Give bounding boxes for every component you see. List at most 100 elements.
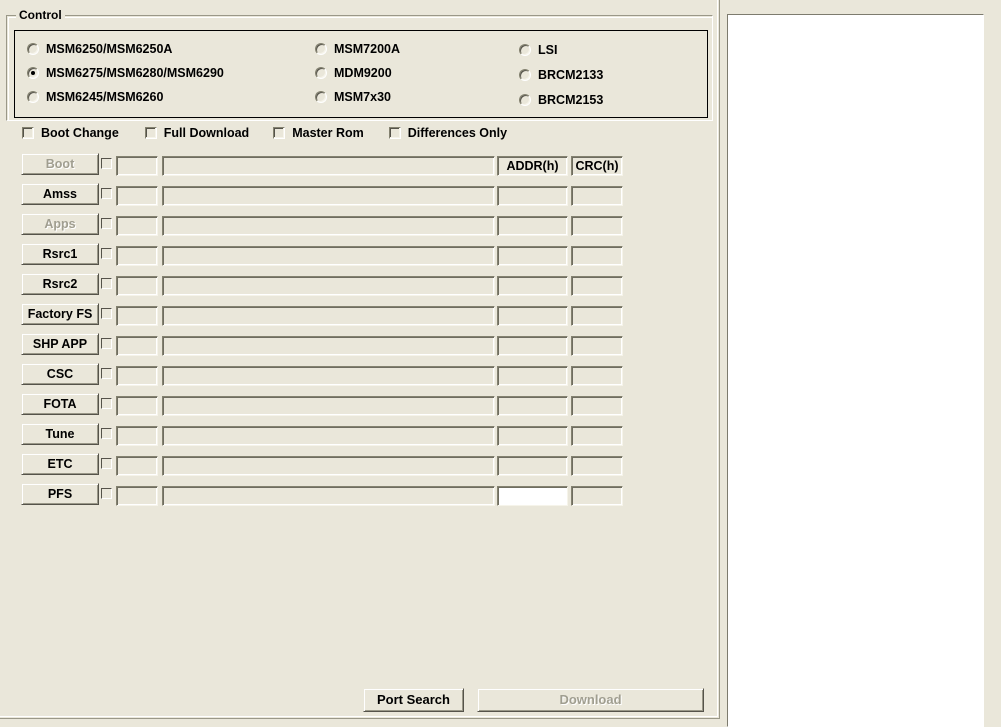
chipset-radio-box: MSM6250/MSM6250A MSM6275/MSM6280/MSM6290… [14,30,708,118]
row-path-field[interactable] [162,276,495,296]
row-addr-field[interactable] [497,396,568,416]
checkbox-master-rom[interactable]: Master Rom [273,126,364,140]
row-file-button-shp-app[interactable]: SHP APP [21,333,99,355]
checkbox-label: Differences Only [407,126,508,140]
radio-msm6245[interactable]: MSM6245/MSM6260 [27,90,163,104]
row-size-field[interactable] [116,456,158,476]
row-addr-field[interactable] [497,486,568,506]
addr-column-header: ADDR(h) [497,156,568,176]
radio-msm6275[interactable]: MSM6275/MSM6280/MSM6290 [27,66,224,80]
row-file-button-etc[interactable]: ETC [21,453,99,475]
row-file-button-tune[interactable]: Tune [21,423,99,445]
row-size-field[interactable] [116,186,158,206]
row-crc-field[interactable] [571,366,623,386]
row-path-field[interactable] [162,156,495,176]
row-path-field[interactable] [162,456,495,476]
row-path-field[interactable] [162,366,495,386]
options-row: Boot Change Full Download Master Rom Dif… [22,126,507,140]
radio-circle-icon [315,67,327,79]
radio-msm7x30[interactable]: MSM7x30 [315,90,391,104]
row-checkbox-icon[interactable] [101,458,112,469]
radio-label: LSI [538,43,558,57]
row-size-field[interactable] [116,486,158,506]
radio-label: MSM6245/MSM6260 [46,90,164,104]
row-crc-field[interactable] [571,306,623,326]
row-crc-field[interactable] [571,276,623,296]
row-file-button-rsrc1[interactable]: Rsrc1 [21,243,99,265]
port-search-button[interactable]: Port Search [363,688,464,712]
row-addr-field[interactable] [497,306,568,326]
left-panel: Control MSM6250/MSM6250A MSM6275/MSM6280… [0,0,720,719]
row-addr-field[interactable] [497,366,568,386]
row-path-field[interactable] [162,216,495,236]
row-size-field[interactable] [116,366,158,386]
row-file-button-csc[interactable]: CSC [21,363,99,385]
row-addr-field[interactable] [497,216,568,236]
row-path-field[interactable] [162,426,495,446]
crc-column-header: CRC(h) [571,156,623,176]
row-crc-field[interactable] [571,426,623,446]
row-crc-field[interactable] [571,336,623,356]
row-addr-field[interactable] [497,456,568,476]
radio-label: MDM9200 [334,66,392,80]
row-checkbox-icon[interactable] [101,368,112,379]
row-size-field[interactable] [116,396,158,416]
row-path-field[interactable] [162,306,495,326]
row-size-field[interactable] [116,426,158,446]
row-file-button-factory-fs[interactable]: Factory FS [21,303,99,325]
row-crc-field[interactable] [571,486,623,506]
radio-mdm9200[interactable]: MDM9200 [315,66,392,80]
row-path-field[interactable] [162,246,495,266]
row-file-button-pfs[interactable]: PFS [21,483,99,505]
checkbox-label: Full Download [163,126,250,140]
row-checkbox-icon[interactable] [101,428,112,439]
row-addr-field[interactable] [497,426,568,446]
checkbox-full-download[interactable]: Full Download [144,126,250,140]
row-path-field[interactable] [162,186,495,206]
row-crc-field[interactable] [571,216,623,236]
row-size-field[interactable] [116,336,158,356]
row-crc-field[interactable] [571,246,623,266]
row-path-field[interactable] [162,486,495,506]
row-size-field[interactable] [116,276,158,296]
row-file-button-amss[interactable]: Amss [21,183,99,205]
row-path-field[interactable] [162,336,495,356]
row-file-button-fota[interactable]: FOTA [21,393,99,415]
row-addr-field[interactable] [497,246,568,266]
row-checkbox-icon[interactable] [101,488,112,499]
row-size-field[interactable] [116,306,158,326]
row-checkbox-icon[interactable] [101,338,112,349]
checkbox-box-icon [22,127,34,139]
row-size-field[interactable] [116,156,158,176]
checkbox-boot-change[interactable]: Boot Change [22,126,119,140]
row-addr-field[interactable] [497,336,568,356]
row-checkbox-icon[interactable] [101,308,112,319]
checkbox-box-icon [273,127,286,139]
log-output-panel[interactable] [727,14,984,727]
row-checkbox-icon[interactable] [101,188,112,199]
row-addr-field[interactable] [497,186,568,206]
row-file-button-rsrc2[interactable]: Rsrc2 [21,273,99,295]
app-window: Control MSM6250/MSM6250A MSM6275/MSM6280… [0,0,1001,727]
row-checkbox-icon[interactable] [101,398,112,409]
radio-label: BRCM2153 [538,93,604,107]
radio-brcm2153[interactable]: BRCM2153 [519,93,603,107]
checkbox-differences-only[interactable]: Differences Only [388,126,508,140]
row-crc-field[interactable] [571,186,623,206]
radio-lsi[interactable]: LSI [519,43,557,57]
row-crc-field[interactable] [571,456,623,476]
row-size-field[interactable] [116,216,158,236]
row-addr-field[interactable] [497,276,568,296]
radio-msm6250[interactable]: MSM6250/MSM6250A [27,42,172,56]
radio-msm7200a[interactable]: MSM7200A [315,42,400,56]
checkbox-box-icon [144,127,157,139]
row-checkbox-icon[interactable] [101,278,112,289]
radio-brcm2133[interactable]: BRCM2133 [519,68,603,82]
row-checkbox-icon[interactable] [101,158,112,169]
row-crc-field[interactable] [571,396,623,416]
row-checkbox-icon[interactable] [101,218,112,229]
row-file-button-boot: Boot [21,153,99,175]
row-checkbox-icon[interactable] [101,248,112,259]
row-size-field[interactable] [116,246,158,266]
row-path-field[interactable] [162,396,495,416]
